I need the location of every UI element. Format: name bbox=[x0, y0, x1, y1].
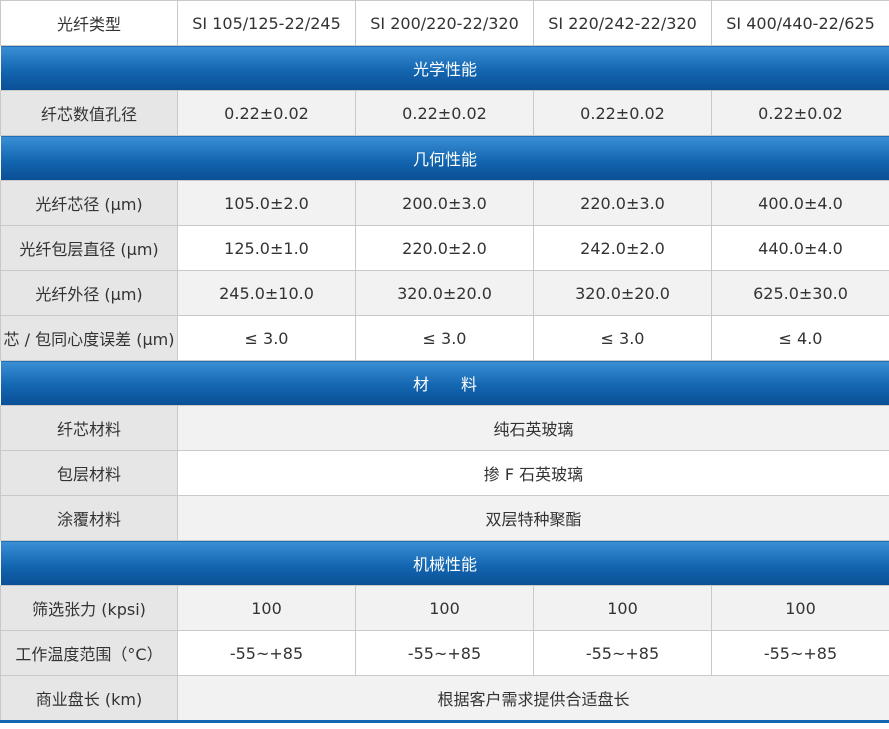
fiber-type-1: SI 105/125-22/245 bbox=[177, 0, 356, 46]
row-label: 光纤芯径 (μm) bbox=[0, 180, 178, 226]
cell: 440.0±4.0 bbox=[711, 225, 889, 271]
cell: 纯石英玻璃 bbox=[177, 405, 889, 451]
cell: 320.0±20.0 bbox=[355, 270, 534, 316]
section-material: 材 料 bbox=[0, 360, 889, 406]
row-label: 工作温度范围（°C） bbox=[0, 630, 178, 676]
table-row-na: 纤芯数值孔径 0.22±0.02 0.22±0.02 0.22±0.02 0.2… bbox=[0, 90, 889, 136]
row-label: 芯 / 包同心度误差 (μm) bbox=[0, 315, 178, 361]
row-label: 纤芯材料 bbox=[0, 405, 178, 451]
row-label: 光纤包层直径 (μm) bbox=[0, 225, 178, 271]
cell: 100 bbox=[355, 585, 534, 631]
cell: 0.22±0.02 bbox=[355, 90, 534, 136]
cell: 220.0±2.0 bbox=[355, 225, 534, 271]
cell: ≤ 3.0 bbox=[355, 315, 534, 361]
row-label: 纤芯数值孔径 bbox=[0, 90, 178, 136]
table-row-core-diameter: 光纤芯径 (μm) 105.0±2.0 200.0±3.0 220.0±3.0 … bbox=[0, 180, 889, 226]
row-label: 商业盘长 (km) bbox=[0, 675, 178, 723]
cell: 105.0±2.0 bbox=[177, 180, 356, 226]
cell: 320.0±20.0 bbox=[533, 270, 712, 316]
row-label: 涂覆材料 bbox=[0, 495, 178, 541]
section-title: 几何性能 bbox=[0, 135, 889, 181]
table-row-coating-material: 涂覆材料 双层特种聚酯 bbox=[0, 495, 889, 541]
section-title: 材 料 bbox=[0, 360, 889, 406]
row-label: 包层材料 bbox=[0, 450, 178, 496]
cell: ≤ 3.0 bbox=[533, 315, 712, 361]
header-row: 光纤类型 SI 105/125-22/245 SI 200/220-22/320… bbox=[0, 0, 889, 46]
section-title: 机械性能 bbox=[0, 540, 889, 586]
row-label: 光纤外径 (μm) bbox=[0, 270, 178, 316]
table-row-core-material: 纤芯材料 纯石英玻璃 bbox=[0, 405, 889, 451]
cell: -55~+85 bbox=[711, 630, 889, 676]
cell: 400.0±4.0 bbox=[711, 180, 889, 226]
section-geometric: 几何性能 bbox=[0, 135, 889, 181]
cell: 0.22±0.02 bbox=[177, 90, 356, 136]
cell: 100 bbox=[533, 585, 712, 631]
cell: -55~+85 bbox=[177, 630, 356, 676]
cell: 根据客户需求提供合适盘长 bbox=[177, 675, 889, 723]
cell: 0.22±0.02 bbox=[533, 90, 712, 136]
cell: ≤ 3.0 bbox=[177, 315, 356, 361]
cell: -55~+85 bbox=[533, 630, 712, 676]
fiber-type-2: SI 200/220-22/320 bbox=[355, 0, 534, 46]
section-title: 光学性能 bbox=[0, 45, 889, 91]
cell: ≤ 4.0 bbox=[711, 315, 889, 361]
section-mechanical: 机械性能 bbox=[0, 540, 889, 586]
cell: 双层特种聚酯 bbox=[177, 495, 889, 541]
table-row-concentricity: 芯 / 包同心度误差 (μm) ≤ 3.0 ≤ 3.0 ≤ 3.0 ≤ 4.0 bbox=[0, 315, 889, 361]
fiber-type-4: SI 400/440-22/625 bbox=[711, 0, 889, 46]
cell: -55~+85 bbox=[355, 630, 534, 676]
table-row-cladding-material: 包层材料 掺 F 石英玻璃 bbox=[0, 450, 889, 496]
fiber-type-3: SI 220/242-22/320 bbox=[533, 0, 712, 46]
table-row-outer-diameter: 光纤外径 (μm) 245.0±10.0 320.0±20.0 320.0±20… bbox=[0, 270, 889, 316]
fiber-spec-table: 光纤类型 SI 105/125-22/245 SI 200/220-22/320… bbox=[0, 0, 889, 723]
table-row-spool-length: 商业盘长 (km) 根据客户需求提供合适盘长 bbox=[0, 675, 889, 723]
section-optical: 光学性能 bbox=[0, 45, 889, 91]
table-row-cladding-diameter: 光纤包层直径 (μm) 125.0±1.0 220.0±2.0 242.0±2.… bbox=[0, 225, 889, 271]
cell: 625.0±30.0 bbox=[711, 270, 889, 316]
cell: 220.0±3.0 bbox=[533, 180, 712, 226]
header-label: 光纤类型 bbox=[0, 0, 178, 46]
table-row-proof-test: 筛选张力 (kpsi) 100 100 100 100 bbox=[0, 585, 889, 631]
cell: 245.0±10.0 bbox=[177, 270, 356, 316]
cell: 掺 F 石英玻璃 bbox=[177, 450, 889, 496]
cell: 100 bbox=[711, 585, 889, 631]
table-row-temperature-range: 工作温度范围（°C） -55~+85 -55~+85 -55~+85 -55~+… bbox=[0, 630, 889, 676]
cell: 200.0±3.0 bbox=[355, 180, 534, 226]
cell: 242.0±2.0 bbox=[533, 225, 712, 271]
cell: 0.22±0.02 bbox=[711, 90, 889, 136]
cell: 100 bbox=[177, 585, 356, 631]
cell: 125.0±1.0 bbox=[177, 225, 356, 271]
row-label: 筛选张力 (kpsi) bbox=[0, 585, 178, 631]
